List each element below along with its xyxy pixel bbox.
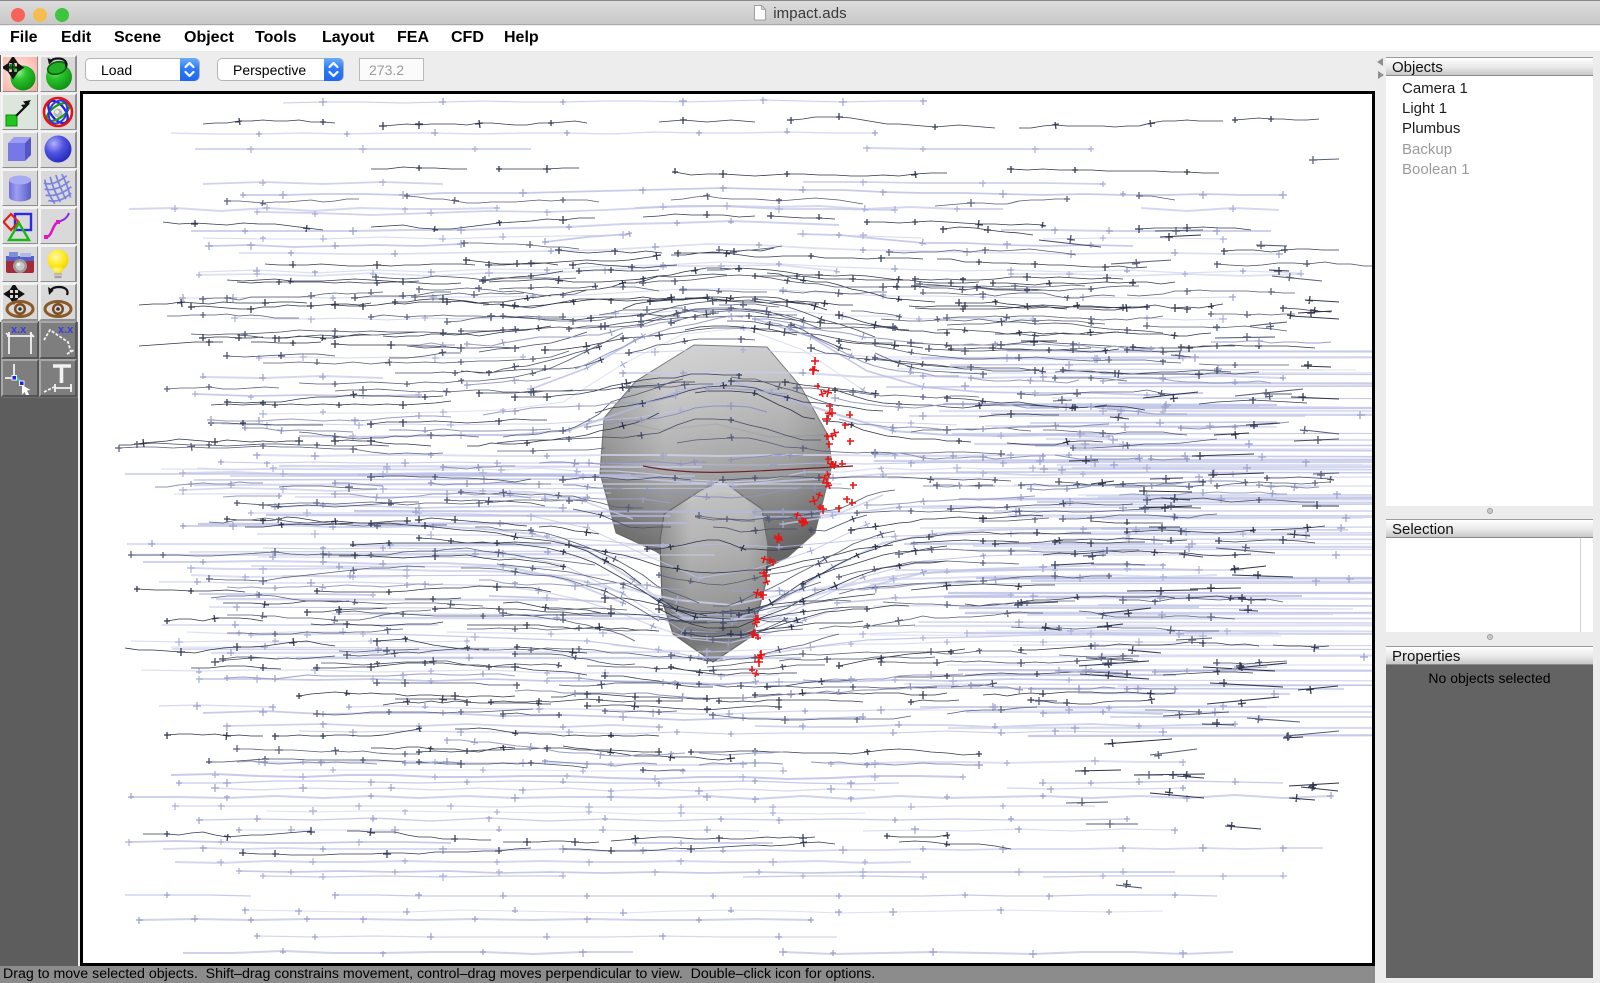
svg-text:x.x: x.x (11, 324, 27, 336)
svg-text:x.x: x.x (58, 324, 74, 336)
